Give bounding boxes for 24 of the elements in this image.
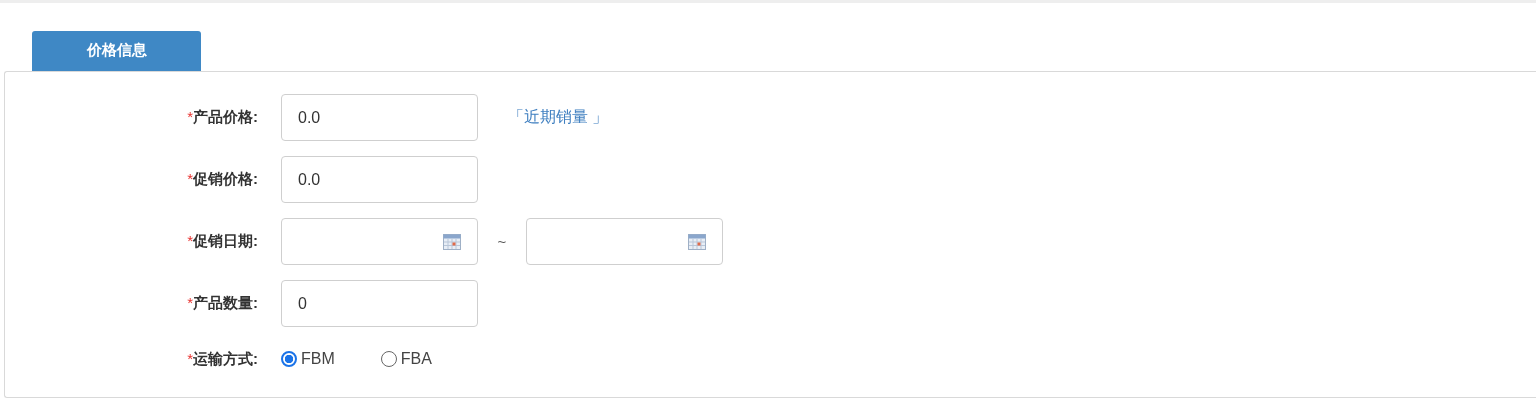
calendar-icon[interactable]: [688, 233, 706, 250]
field-label: 促销价格:: [193, 170, 258, 187]
radio-button[interactable]: [380, 351, 397, 367]
section-tab[interactable]: 价格信息: [32, 31, 201, 71]
field-label: 运输方式:: [193, 349, 258, 367]
field-label: 产品数量:: [193, 294, 258, 311]
field-label: 产品价格:: [193, 108, 258, 125]
required-marker: *: [187, 170, 193, 187]
radio-button[interactable]: [281, 351, 297, 367]
required-marker: *: [187, 232, 193, 249]
date-field[interactable]: [281, 218, 478, 265]
range-separator: ~: [496, 233, 508, 250]
calendar-icon[interactable]: [443, 233, 461, 250]
required-marker: *: [187, 108, 193, 125]
recent-sales-link[interactable]: 「近期销量 」: [508, 107, 609, 128]
input-field[interactable]: 0.0: [281, 94, 478, 141]
input-field[interactable]: 0.0: [281, 156, 478, 203]
required-marker: *: [187, 349, 193, 367]
input-field[interactable]: 0: [281, 280, 478, 327]
field-label: 促销日期:: [193, 232, 258, 249]
required-marker: *: [187, 294, 193, 311]
radio-option[interactable]: FBA: [380, 350, 432, 368]
date-field[interactable]: [526, 218, 723, 265]
radio-option[interactable]: FBM: [281, 350, 335, 368]
